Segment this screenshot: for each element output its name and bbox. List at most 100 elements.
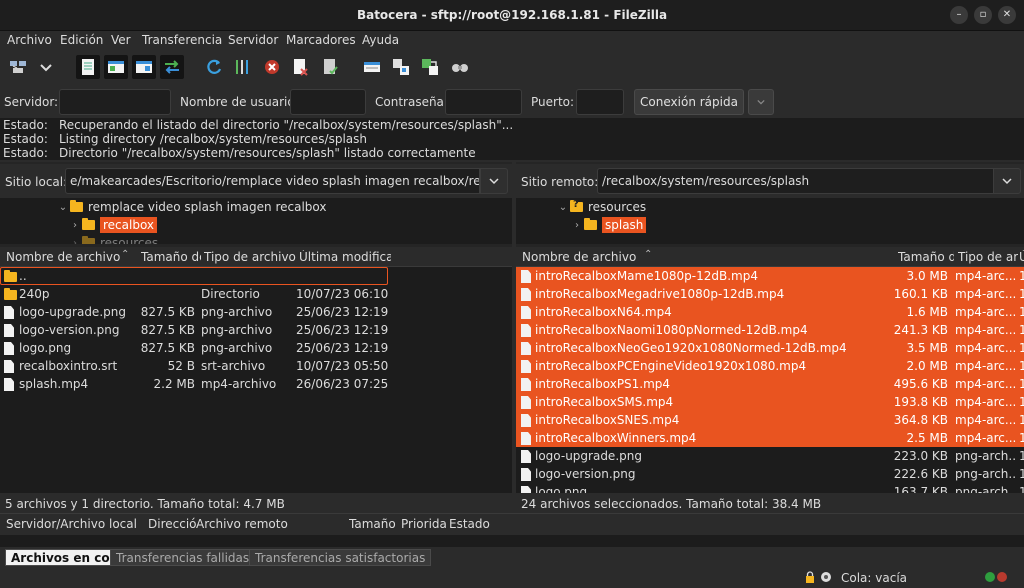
cell-type: Directorio (201, 287, 260, 301)
chevron-right-icon[interactable]: › (68, 238, 82, 245)
message-log[interactable]: Estado: Recuperando el listado del direc… (0, 118, 1024, 160)
queue-column-local[interactable]: Servidor/Archivo local (6, 517, 137, 531)
toggle-local-tree-icon[interactable] (104, 55, 128, 79)
table-row[interactable]: introRecalboxNeoGeo1920x1080Normed-12dB.… (516, 339, 1024, 357)
table-row[interactable]: recalboxintro.srt 52 B srt-archivo 10/07/23… (0, 357, 512, 375)
table-row[interactable]: introRecalboxN64.mp4 1.6 MB mp4-arc... 1 (516, 303, 1024, 321)
quickconnect-dropdown-button[interactable] (748, 89, 774, 115)
host-input[interactable] (59, 89, 171, 115)
refresh-icon[interactable] (202, 55, 226, 79)
chevron-right-icon[interactable]: › (68, 220, 82, 231)
port-input[interactable] (576, 89, 624, 115)
close-button[interactable]: ✕ (998, 6, 1016, 24)
table-row[interactable]: introRecalboxMegadrive1080p-12dB.mp4 160.… (516, 285, 1024, 303)
table-row[interactable]: 240p Directorio 10/07/23 06:10... (0, 285, 512, 303)
menu-archivo[interactable]: Archivo (7, 33, 52, 47)
column-name[interactable]: Nombre de archivo (522, 250, 722, 264)
chevron-down-icon[interactable]: ⌄ (56, 202, 70, 213)
queue-column-remote[interactable]: Archivo remoto (196, 517, 288, 531)
column-modified[interactable]: Ú (1019, 250, 1024, 264)
minimize-button[interactable]: – (950, 6, 968, 24)
table-row[interactable]: introRecalboxWinners.mp4 2.5 MB mp4-arc...… (516, 429, 1024, 447)
menu-bar: Archivo Edición Ver Transferencia Servid… (0, 31, 1024, 51)
table-row[interactable]: introRecalboxSNES.mp4 364.8 KB mp4-arc... 1 (516, 411, 1024, 429)
process-queue-icon[interactable] (230, 55, 254, 79)
table-row[interactable]: logo-version.png 222.6 KB png-arch... 1 (516, 465, 1024, 483)
remote-file-list[interactable]: introRecalboxMame1080p-12dB.mp4 3.0 MB mp4… (516, 267, 1024, 493)
table-row[interactable]: introRecalboxMame1080p-12dB.mp4 3.0 MB mp4… (516, 267, 1024, 285)
table-row[interactable]: logo-upgrade.png 827.5 KB png-archivo 25/06… (0, 303, 512, 321)
tree-node[interactable]: ⌄ ? resources (556, 198, 646, 216)
remote-path-dropdown[interactable] (993, 168, 1021, 194)
menu-transferencia[interactable]: Transferencia (142, 33, 222, 47)
password-input[interactable] (445, 89, 522, 115)
username-label: Nombre de usuario: (180, 95, 299, 109)
queue-column-status[interactable]: Estado (449, 517, 490, 531)
column-size[interactable]: Tamaño de (141, 250, 201, 264)
username-input[interactable] (290, 89, 366, 115)
remote-path-input[interactable]: /recalbox/system/resources/splash (597, 168, 994, 194)
column-size[interactable]: Tamaño de (898, 250, 954, 264)
menu-ver[interactable]: Ver (111, 33, 131, 47)
quickconnect-button[interactable]: Conexión rápida (634, 89, 744, 115)
queue-column-size[interactable]: Tamaño (349, 517, 396, 531)
table-row[interactable]: splash.mp4 2.2 MB mp4-archivo 26/06/23 07:2… (0, 375, 512, 393)
maximize-button[interactable]: ▫ (974, 6, 992, 24)
table-row[interactable]: logo.png 827.5 KB png-archivo 25/06/23 12:1… (0, 339, 512, 357)
log-label: Estado: (3, 146, 48, 160)
queue-list[interactable] (0, 535, 1024, 547)
table-row[interactable]: introRecalboxPCEngineVideo1920x1080.mp4 2… (516, 357, 1024, 375)
synchronized-browsing-icon[interactable] (418, 55, 442, 79)
cell-name: recalboxintro.srt (19, 359, 118, 373)
tree-node[interactable]: › recalbox (68, 216, 158, 234)
local-path-input[interactable]: e/makearcades/Escritorio/remplace video … (65, 168, 480, 194)
tab-successful-transfers[interactable]: Transferencias satisfactorias (249, 549, 432, 566)
cancel-icon[interactable] (260, 55, 284, 79)
tab-failed-transfers[interactable]: Transferencias fallidas (110, 549, 256, 566)
local-directory-tree[interactable]: ⌄ remplace video splash imagen recalbox … (0, 198, 512, 244)
tree-node[interactable]: › splash (570, 216, 647, 234)
table-row[interactable]: logo-upgrade.png 223.0 KB png-arch... 1 (516, 447, 1024, 465)
cell-modified: 1 (1019, 431, 1024, 445)
chevron-down-icon[interactable]: ⌄ (556, 202, 570, 213)
toggle-log-icon[interactable] (76, 55, 100, 79)
table-row[interactable]: introRecalboxNaomi1080pNormed-12dB.mp4 24… (516, 321, 1024, 339)
menu-servidor[interactable]: Servidor (228, 33, 278, 47)
reconnect-icon[interactable] (318, 55, 342, 79)
toggle-queue-icon[interactable] (160, 55, 184, 79)
table-row[interactable]: logo.png 163.7 KB png-arch... 1 (516, 483, 1024, 493)
queue-column-direction[interactable]: Direcció (148, 517, 197, 531)
toggle-remote-tree-icon[interactable] (132, 55, 156, 79)
file-icon (4, 378, 14, 391)
cell-size: 3.0 MB (906, 269, 948, 283)
directory-filter-icon[interactable] (360, 55, 384, 79)
local-status: 5 archivos y 1 directorio. Tamaño total:… (0, 493, 512, 513)
compare-directories-icon[interactable] (389, 55, 413, 79)
table-row[interactable]: introRecalboxSMS.mp4 193.8 KB mp4-arc... 1 (516, 393, 1024, 411)
tree-node[interactable]: › resources (68, 234, 158, 244)
disconnect-icon[interactable] (288, 55, 312, 79)
cell-name: introRecalboxPS1.mp4 (535, 377, 671, 391)
tree-node[interactable]: ⌄ remplace video splash imagen recalbox (56, 198, 327, 216)
remote-directory-tree[interactable]: ⌄ ? resources › splash (516, 198, 1024, 244)
search-files-icon[interactable] (448, 55, 472, 79)
local-file-list[interactable]: .. 240p Directorio 10/07/23 06:10... logo-up… (0, 267, 512, 493)
column-modified[interactable]: Última modificac (299, 250, 391, 264)
column-type[interactable]: Tipo de archivo (204, 250, 296, 264)
chevron-right-icon[interactable]: › (570, 220, 584, 231)
title-bar: Batocera - sftp://root@192.168.1.81 - Fi… (0, 0, 1024, 31)
table-row[interactable]: logo-version.png 827.5 KB png-archivo 25/06… (0, 321, 512, 339)
menu-ayuda[interactable]: Ayuda (362, 33, 399, 47)
speed-limit-icon[interactable] (820, 571, 832, 583)
table-row[interactable]: introRecalboxPS1.mp4 495.6 KB mp4-arc... 1 (516, 375, 1024, 393)
menu-edicion[interactable]: Edición (60, 33, 103, 47)
menu-marcadores[interactable]: Marcadores (286, 33, 356, 47)
site-manager-dropdown-icon[interactable] (34, 55, 58, 79)
site-manager-icon[interactable] (6, 55, 30, 79)
local-path-dropdown[interactable] (480, 168, 508, 194)
column-type[interactable]: Tipo de arc (958, 250, 1018, 264)
parent-directory-row[interactable]: .. (0, 267, 388, 285)
cell-modified: 1 (1019, 269, 1024, 283)
column-name[interactable]: Nombre de archivo (6, 250, 134, 264)
queue-column-priority[interactable]: Priorida (401, 517, 447, 531)
